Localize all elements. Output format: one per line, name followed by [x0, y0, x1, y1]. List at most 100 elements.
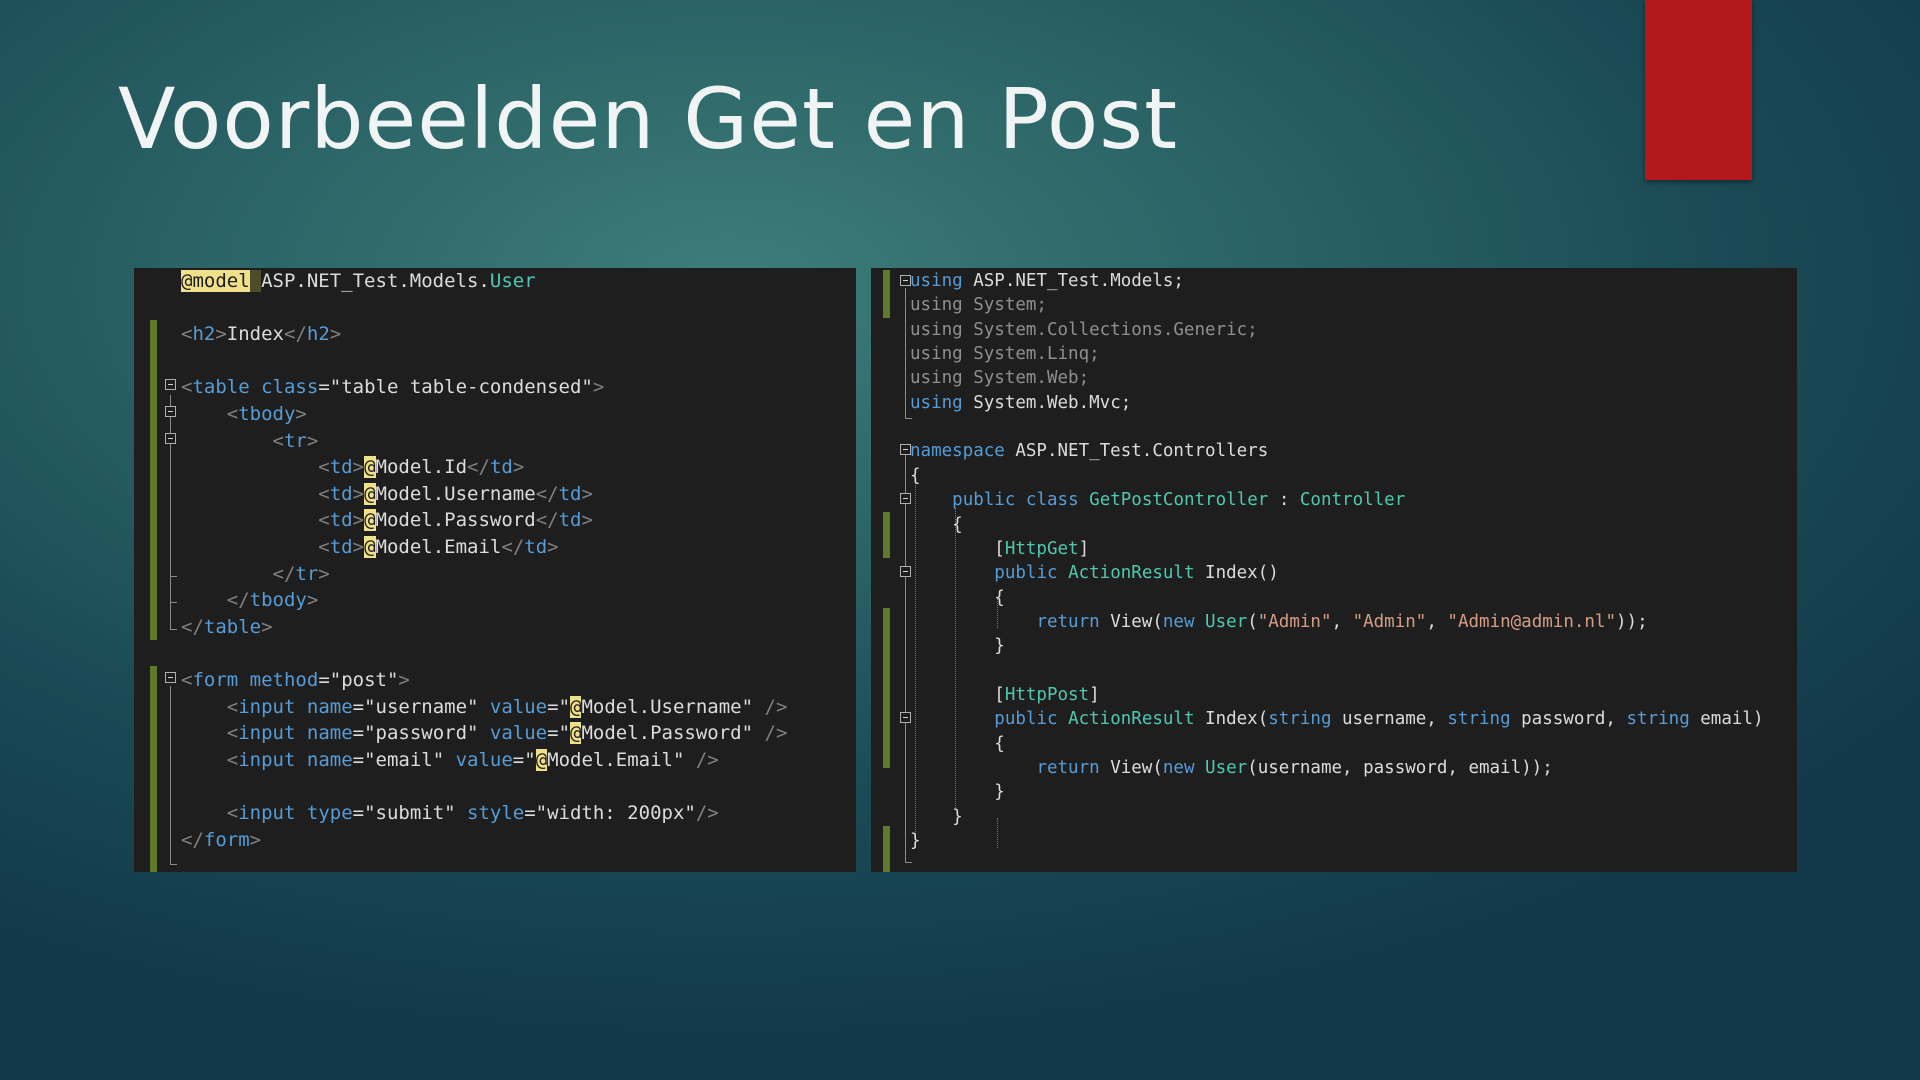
code-token: ASP.NET_Test.Models; [962, 271, 1184, 291]
code-token: < [226, 748, 239, 771]
outline-guide [170, 686, 171, 864]
code-token: > [352, 509, 365, 532]
code-line: return View(new User("Admin", "Admin", "… [910, 609, 1647, 635]
outline-guide-end [170, 629, 177, 630]
code-token: public [952, 490, 1016, 511]
code-token: input [238, 748, 296, 771]
accent-bar [1645, 0, 1752, 180]
code-token: } [910, 806, 963, 827]
indent-guide [997, 818, 998, 848]
collapse-tbody-toggle-icon[interactable] [165, 406, 176, 417]
code-token: Index [226, 323, 284, 346]
code-token: > [547, 536, 559, 558]
code-token: name [306, 722, 353, 745]
code-token: < [226, 403, 239, 425]
code-line: using System.Web.Mvc; [910, 390, 1131, 416]
code-token: < [318, 536, 330, 558]
code-token: > [398, 669, 410, 691]
code-token: =" [547, 695, 571, 718]
code-token: View( [1099, 758, 1163, 778]
code-token: </ [535, 482, 559, 505]
code-token: @model [181, 270, 250, 292]
code-token: > [306, 589, 319, 612]
code-token: < [318, 456, 330, 479]
code-token: > [352, 482, 365, 505]
code-token: td [329, 536, 353, 558]
code-token: td [329, 482, 353, 505]
code-token: > [329, 323, 342, 346]
code-line: <input name="email" value="@Model.Email"… [181, 747, 719, 773]
code-token: td [558, 482, 582, 505]
code-token: > [512, 456, 525, 479]
code-token: value [489, 722, 548, 745]
code-token: ="username" [352, 695, 490, 718]
code-token: Model.Id [375, 456, 468, 479]
outline-guide-end [905, 418, 912, 419]
code-token: string [1626, 709, 1690, 730]
code-token: using System.Web; [910, 368, 1090, 389]
code-line: { [910, 512, 963, 538]
code-token: Model.Password [375, 509, 536, 532]
code-token: ="password" [352, 722, 490, 745]
code-line: <td>@Model.Username</td> [181, 481, 593, 507]
change-indicator-bar [883, 512, 890, 558]
code-line: [HttpPost] [910, 682, 1099, 708]
code-token: Index() [1194, 563, 1279, 584]
code-token: @ [364, 456, 376, 479]
code-token: new [1162, 611, 1195, 632]
code-line: </table> [181, 614, 273, 640]
code-token: td [329, 509, 353, 532]
code-token: ASP.NET_Test.Models. [261, 270, 490, 292]
code-line: using System; [910, 292, 1047, 318]
code-token: </ [284, 323, 307, 346]
code-token: ="submit" [352, 802, 468, 824]
outline-guide-end [170, 864, 177, 865]
code-token: Controller [1299, 490, 1406, 511]
collapse-form-toggle-icon[interactable] [165, 672, 176, 683]
code-token: ActionResult [1068, 563, 1195, 584]
code-token: } [910, 782, 1005, 803]
code-token: password, [1510, 709, 1627, 730]
code-line: <tr> [181, 428, 319, 454]
collapse-table-toggle-icon[interactable] [165, 379, 176, 390]
code-token: } [910, 831, 921, 852]
code-token: </ [272, 562, 296, 585]
code-token: =" [512, 748, 536, 771]
code-token: /> [695, 802, 719, 824]
code-line: public ActionResult Index() [910, 560, 1279, 586]
code-token: /> [764, 722, 788, 745]
code-token: name [306, 748, 353, 771]
code-token: @ [364, 482, 376, 505]
code-token: using [910, 392, 963, 413]
code-line: { [910, 585, 1005, 611]
change-indicator-bar [883, 608, 890, 768]
code-token: System.Web.Mvc; [962, 392, 1132, 413]
collapse-tr-toggle-icon[interactable] [165, 433, 176, 444]
code-line: public ActionResult Index(string usernam… [910, 706, 1763, 732]
code-token: HttpPost [1004, 684, 1090, 705]
code-token: < [226, 695, 239, 718]
code-token: value [455, 748, 513, 771]
code-token: table [203, 615, 262, 638]
code-token: form [203, 828, 250, 851]
code-token: name [306, 695, 353, 718]
code-line: using System.Linq; [910, 341, 1100, 367]
code-token: } [910, 636, 1005, 657]
